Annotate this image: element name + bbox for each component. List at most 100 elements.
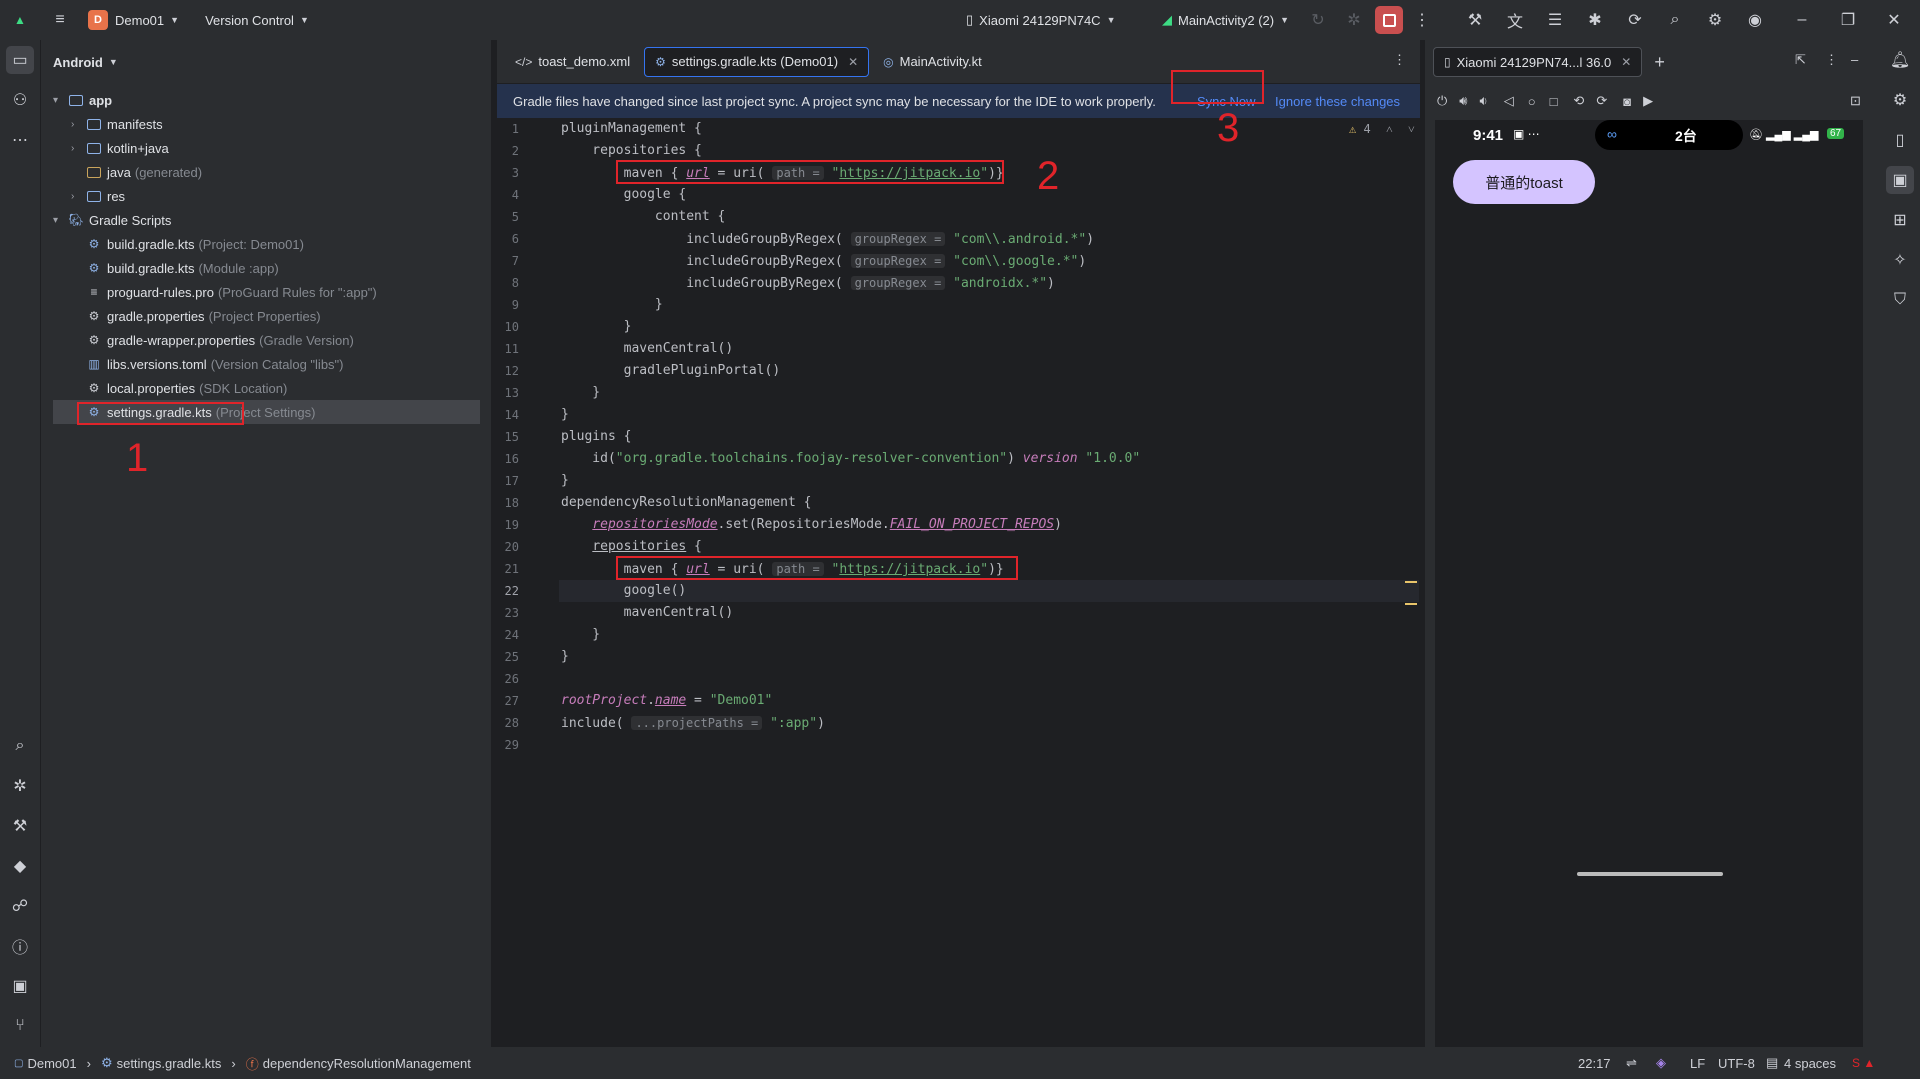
- problems-icon[interactable]: ⓘ: [6, 932, 34, 960]
- search-icon[interactable]: ⌕: [1655, 0, 1695, 40]
- ai-assistant-icon[interactable]: ✧: [1886, 246, 1914, 274]
- tree-item-local-properties[interactable]: ⚙ local.properties (SDK Location): [85, 376, 288, 400]
- tab-device[interactable]: ▯ Xiaomi 24129PN74...l 36.0 ✕: [1433, 47, 1643, 77]
- rerun-icon[interactable]: ↻: [1298, 0, 1338, 40]
- gradle-tool-icon[interactable]: ⚙: [1886, 86, 1914, 114]
- plugin-icon[interactable]: ✱: [1575, 0, 1615, 40]
- device-more-icon[interactable]: ⊡: [1850, 93, 1861, 109]
- device-options-icon[interactable]: ⋮: [1825, 52, 1838, 68]
- expand-arrow-icon[interactable]: ›: [71, 143, 85, 154]
- expand-arrow-icon[interactable]: ›: [71, 191, 85, 202]
- build-hammer-icon[interactable]: ⚒: [6, 812, 34, 840]
- resource-manager-icon[interactable]: ⚇: [6, 86, 34, 114]
- next-highlight-icon[interactable]: ˅: [1408, 122, 1415, 136]
- logcat-icon[interactable]: ☍: [6, 892, 34, 920]
- tree-item-java-generated[interactable]: java (generated): [85, 160, 202, 184]
- running-devices-icon[interactable]: ▣: [1886, 166, 1914, 194]
- tree-item-libs-versions-toml[interactable]: ▥ libs.versions.toml (Version Catalog "l…: [85, 352, 343, 376]
- tree-item-gradle-properties[interactable]: ⚙ gradle.properties (Project Properties): [85, 304, 321, 328]
- run-config-selector[interactable]: ◢ MainActivity2 (2) ▼: [1162, 0, 1289, 40]
- gradle-sync-icon[interactable]: ⟳: [1615, 0, 1655, 40]
- minimize-window-icon[interactable]: –: [1782, 0, 1822, 40]
- screenshot-icon[interactable]: ◙: [1623, 94, 1631, 109]
- debug-bug-icon[interactable]: ✲: [6, 772, 34, 800]
- volume-up-icon[interactable]: 🔊︎: [1459, 93, 1467, 109]
- code-editor: </> toast_demo.xml ⚙ settings.gradle.kts…: [497, 40, 1420, 1047]
- code-line: mavenCentral(): [561, 605, 734, 620]
- gradle-icon: 🐘︎: [68, 213, 84, 227]
- breadcrumb-scope[interactable]: dependencyResolutionManagement: [263, 1056, 471, 1071]
- tree-item-app[interactable]: ▾ app: [53, 88, 112, 112]
- translate-icon[interactable]: 文: [1495, 0, 1535, 40]
- restore-window-icon[interactable]: ❐: [1828, 0, 1868, 40]
- tree-item-manifests[interactable]: › manifests: [71, 112, 163, 136]
- hide-panel-icon[interactable]: –: [1851, 52, 1858, 67]
- line-separator[interactable]: LF: [1690, 1056, 1705, 1071]
- device-selector[interactable]: ▯ Xiaomi 24129PN74C ▼: [966, 0, 1115, 40]
- code-area[interactable]: pluginManagement { repositories { maven …: [559, 118, 1419, 1047]
- tab-toast-demo-xml[interactable]: </> toast_demo.xml: [505, 47, 640, 77]
- tree-item-gradle-scripts[interactable]: ▾ 🐘︎ Gradle Scripts: [53, 208, 171, 232]
- expand-arrow-icon[interactable]: ▾: [53, 95, 67, 106]
- warning-indicator[interactable]: ⚠ 4 ˄ ˅: [1349, 118, 1415, 140]
- notifications-icon[interactable]: 🔔︎: [1886, 46, 1914, 74]
- project-folder-icon[interactable]: ▭: [6, 46, 34, 74]
- tab-settings-gradle[interactable]: ⚙ settings.gradle.kts (Demo01) ✕: [644, 46, 870, 77]
- power-icon[interactable]: ⏻: [1437, 93, 1447, 109]
- home-icon[interactable]: ○: [1528, 94, 1536, 109]
- tree-item-kotlin-java[interactable]: › kotlin+java: [71, 136, 169, 160]
- tab-mainactivity-kt[interactable]: ◎ MainActivity.kt: [873, 47, 992, 77]
- account-icon[interactable]: ◉: [1735, 0, 1775, 40]
- chevron-down-icon: ▼: [299, 15, 309, 25]
- rotate-left-icon[interactable]: ⟲: [1573, 93, 1584, 109]
- terminal-icon[interactable]: ▣: [6, 972, 34, 1000]
- indent-setting[interactable]: 4 spaces: [1784, 1056, 1836, 1071]
- ignore-changes-link[interactable]: Ignore these changes: [1275, 94, 1400, 109]
- more-actions-icon[interactable]: ⋮: [1402, 0, 1442, 40]
- device-manager-icon[interactable]: ▯: [1886, 126, 1914, 154]
- tree-item-proguard-rules[interactable]: ≡ proguard-rules.pro (ProGuard Rules for…: [85, 280, 376, 304]
- version-control-icon[interactable]: ⑂: [6, 1012, 34, 1040]
- rotate-right-icon[interactable]: ⟳: [1596, 93, 1607, 109]
- close-window-icon[interactable]: ✕: [1874, 0, 1914, 40]
- layout-inspector-icon[interactable]: ☰: [1535, 0, 1575, 40]
- main-menu-icon[interactable]: ≡: [40, 0, 80, 40]
- expand-arrow-icon[interactable]: ›: [71, 119, 85, 130]
- security-shield-icon[interactable]: ⛉: [1886, 286, 1914, 314]
- tree-item-res[interactable]: › res: [71, 184, 125, 208]
- tab-options-icon[interactable]: ⋮: [1393, 52, 1406, 68]
- tree-item-build-gradle-project[interactable]: ⚙ build.gradle.kts (Project: Demo01): [85, 232, 304, 256]
- project-selector[interactable]: D Demo01 ▼: [88, 0, 179, 40]
- settings-gear-icon[interactable]: ⚙: [1695, 0, 1735, 40]
- copilot-icon[interactable]: ◈: [1656, 1055, 1666, 1071]
- breadcrumb-file[interactable]: settings.gradle.kts: [117, 1056, 222, 1071]
- vcs-selector[interactable]: Version Control ▼: [205, 0, 309, 40]
- back-icon[interactable]: ◁: [1504, 93, 1514, 109]
- device-explorer-icon[interactable]: ⊞: [1886, 206, 1914, 234]
- caret-position[interactable]: 22:17: [1578, 1056, 1611, 1071]
- find-icon[interactable]: ⌕: [6, 732, 34, 760]
- breadcrumb-project[interactable]: Demo01: [27, 1056, 76, 1071]
- debug-icon[interactable]: ✲: [1334, 0, 1374, 40]
- soft-wrap-icon[interactable]: ⇌: [1626, 1055, 1637, 1071]
- overview-icon[interactable]: □: [1550, 94, 1558, 109]
- project-view-selector[interactable]: Android ▼: [41, 40, 491, 84]
- phone-screen[interactable]: 9:41 ▣ ⋯ ∞ 2台 🔕︎ ▂▄▆ ▂▄▆ 67 普通的toast: [1435, 120, 1863, 1047]
- close-tab-icon[interactable]: ✕: [1621, 55, 1631, 69]
- tree-item-gradle-wrapper-properties[interactable]: ⚙ gradle-wrapper.properties (Gradle Vers…: [85, 328, 354, 352]
- more-tools-icon[interactable]: ⋯: [6, 126, 34, 154]
- add-device-icon[interactable]: +: [1654, 52, 1665, 73]
- stop-button[interactable]: [1375, 6, 1403, 34]
- app-quality-icon[interactable]: ◆: [6, 852, 34, 880]
- screen-record-icon[interactable]: ▶: [1643, 93, 1653, 109]
- open-external-icon[interactable]: ⇱: [1795, 52, 1806, 68]
- normal-toast-button[interactable]: 普通的toast: [1453, 160, 1595, 204]
- prev-highlight-icon[interactable]: ˄: [1386, 122, 1393, 136]
- volume-down-icon[interactable]: 🔉︎: [1480, 93, 1488, 109]
- tree-item-build-gradle-module[interactable]: ⚙ build.gradle.kts (Module :app): [85, 256, 279, 280]
- sdk-manager-icon[interactable]: ⚒: [1455, 0, 1495, 40]
- expand-arrow-icon[interactable]: ▾: [53, 215, 67, 226]
- close-tab-icon[interactable]: ✕: [848, 55, 858, 69]
- gradle-file-icon: ⚙: [88, 261, 100, 275]
- file-encoding[interactable]: UTF-8: [1718, 1056, 1755, 1071]
